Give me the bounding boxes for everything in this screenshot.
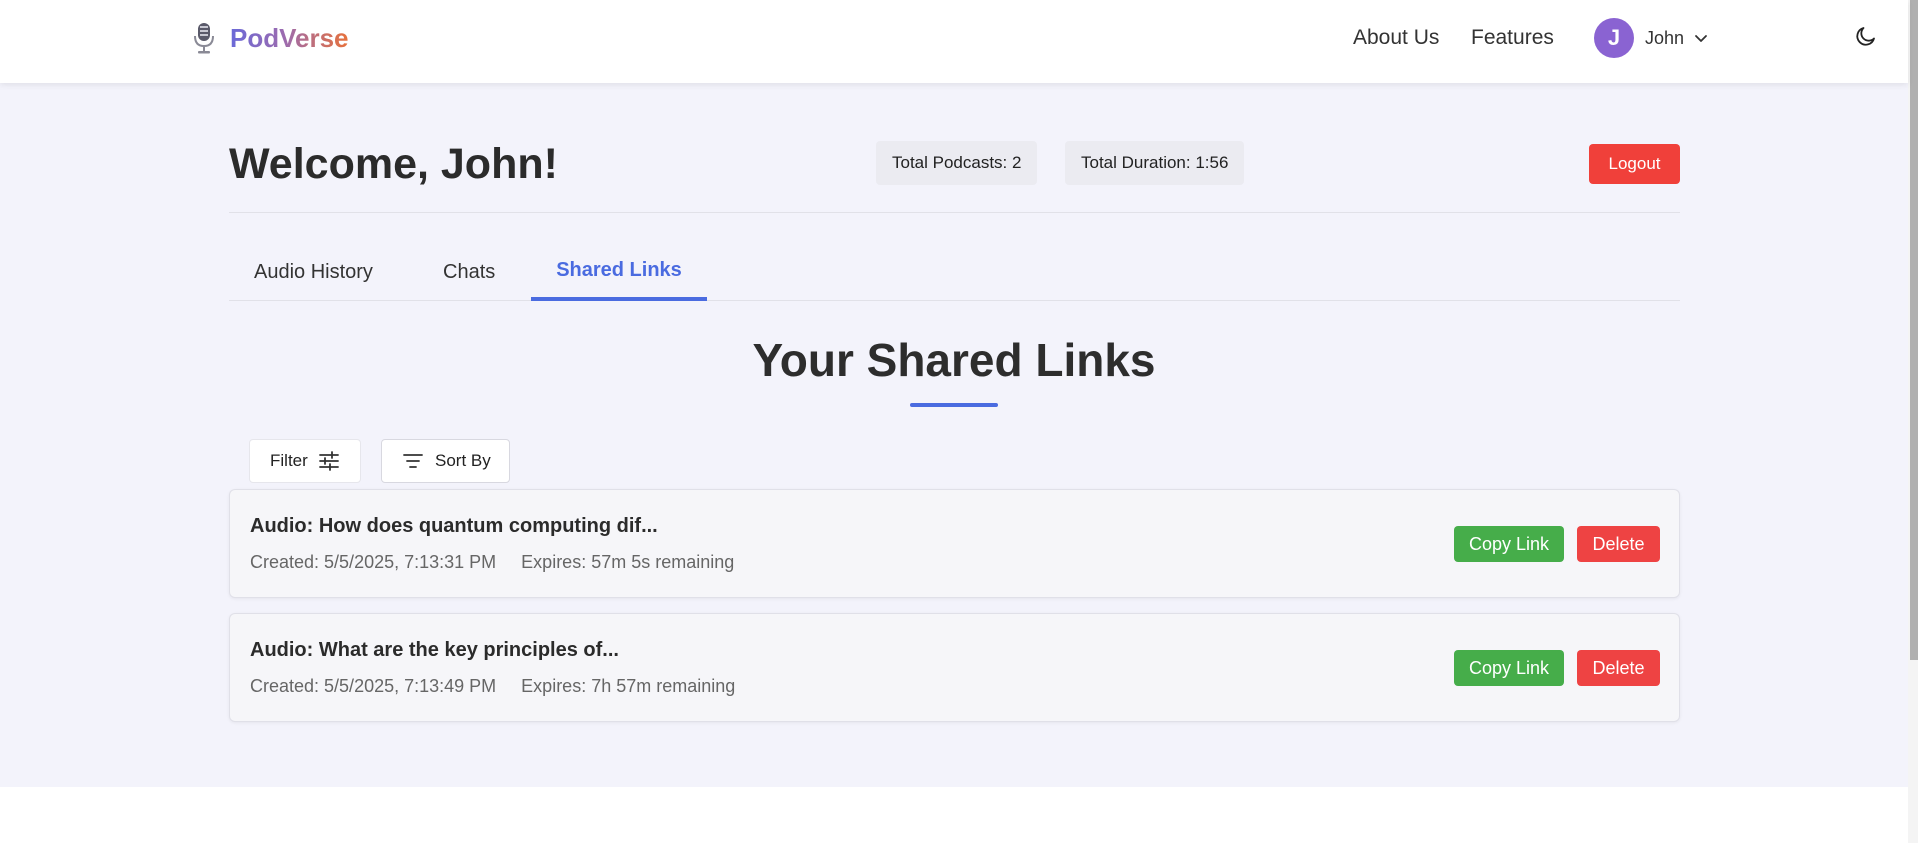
created-date: Created: 5/5/2025, 7:13:49 PM	[250, 676, 497, 696]
copy-link-button[interactable]: Copy Link	[1454, 650, 1564, 686]
created-date: Created: 5/5/2025, 7:13:31 PM	[250, 552, 497, 572]
shared-link-meta: Created: 5/5/2025, 7:13:31 PM Expires: 5…	[250, 552, 734, 573]
user-menu[interactable]: J John	[1594, 18, 1708, 58]
total-duration-stat: Total Duration: 1:56	[1065, 141, 1245, 185]
title-underline	[910, 403, 998, 407]
sort-label: Sort By	[435, 451, 491, 470]
moon-icon[interactable]	[1854, 24, 1878, 48]
sort-by-button[interactable]: Sort By	[381, 439, 510, 483]
tab-bar: Audio History Chats Shared Links	[229, 243, 1680, 301]
logout-button[interactable]: Logout	[1589, 144, 1680, 184]
sort-lines-icon	[403, 454, 423, 468]
welcome-heading: Welcome, John!	[229, 140, 558, 188]
scrollbar-thumb[interactable]	[1910, 0, 1918, 660]
microphone-icon	[194, 23, 214, 54]
nav-features[interactable]: Features	[1471, 26, 1554, 50]
tab-audio-history[interactable]: Audio History	[229, 243, 398, 301]
shared-link-title: Audio: What are the key principles of...	[250, 639, 619, 661]
sliders-icon	[318, 451, 339, 471]
brand-name: PodVerse	[230, 22, 349, 53]
expires-time: Expires: 7h 57m remaining	[521, 676, 736, 696]
delete-button[interactable]: Delete	[1577, 526, 1660, 562]
shared-link-title: Audio: How does quantum computing dif...	[250, 515, 658, 537]
total-podcasts-stat: Total Podcasts: 2	[876, 141, 1038, 185]
copy-link-button[interactable]: Copy Link	[1454, 526, 1564, 562]
brand-logo[interactable]: PodVerse	[192, 22, 349, 54]
dashboard-main: Welcome, John! Total Podcasts: 2 Total D…	[0, 83, 1908, 787]
tab-chats[interactable]: Chats	[418, 243, 520, 301]
delete-button[interactable]: Delete	[1577, 650, 1660, 686]
header-divider	[229, 212, 1680, 213]
top-navbar: PodVerse About Us Features J John	[0, 0, 1908, 83]
avatar: J	[1594, 18, 1634, 58]
shared-link-meta: Created: 5/5/2025, 7:13:49 PM Expires: 7…	[250, 676, 735, 697]
tab-shared-links[interactable]: Shared Links	[531, 243, 707, 301]
chevron-down-icon	[1695, 35, 1707, 42]
page-footer-area	[0, 787, 1908, 843]
shared-link-card: Audio: What are the key principles of...…	[229, 613, 1680, 722]
filter-button[interactable]: Filter	[249, 439, 361, 483]
expires-time: Expires: 57m 5s remaining	[521, 552, 735, 572]
shared-link-card: Audio: How does quantum computing dif...…	[229, 489, 1680, 598]
user-name: John	[1645, 27, 1685, 48]
nav-about-us[interactable]: About Us	[1353, 26, 1439, 50]
filter-label: Filter	[270, 451, 308, 470]
section-title: Your Shared Links	[752, 334, 1156, 386]
